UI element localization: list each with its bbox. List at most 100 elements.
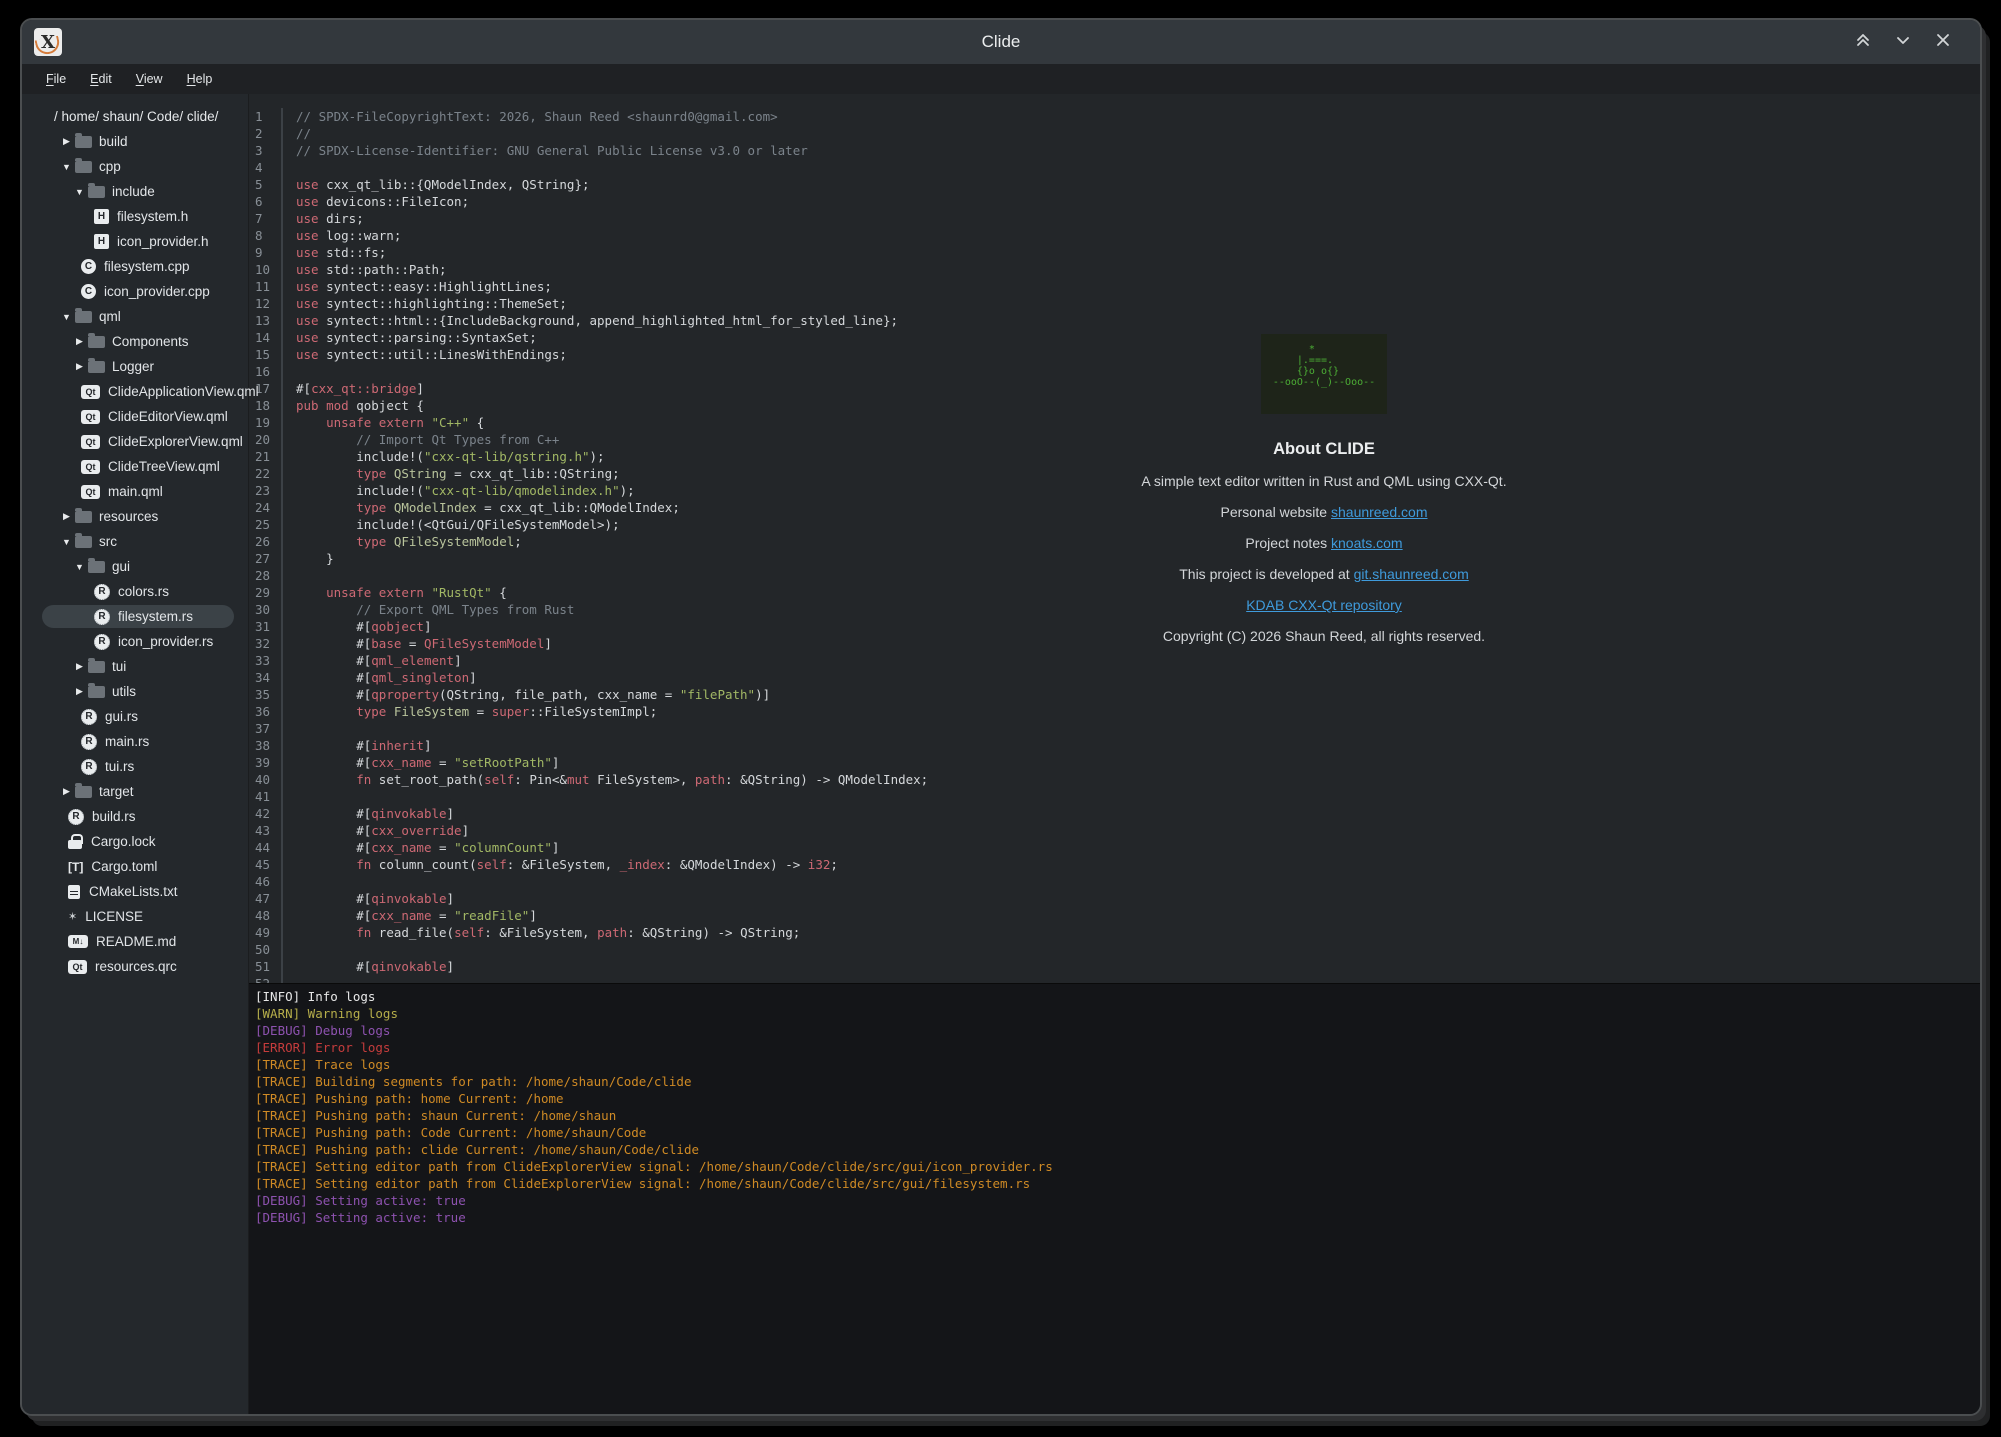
chevron-down-icon[interactable]: ▼ bbox=[73, 562, 86, 572]
minimize-button[interactable] bbox=[1892, 31, 1914, 53]
menu-item-file[interactable]: File bbox=[42, 70, 70, 88]
chevron-down-icon[interactable]: ▼ bbox=[60, 537, 73, 547]
code-line[interactable]: 11use syntect::easy::HighlightLines; bbox=[249, 278, 1980, 295]
chevron-down-icon[interactable]: ▼ bbox=[60, 312, 73, 322]
code-line[interactable]: 49 fn read_file(self: &FileSystem, path:… bbox=[249, 924, 1980, 941]
chevron-right-icon[interactable]: ▶ bbox=[60, 786, 73, 797]
editor-pane[interactable]: 1// SPDX-FileCopyrightText: 2026, Shaun … bbox=[249, 94, 1980, 983]
link-shaunreed-com[interactable]: shaunreed.com bbox=[1331, 504, 1428, 520]
code-line[interactable]: 52 bbox=[249, 975, 1980, 983]
tree-item-resources[interactable]: ▶resources bbox=[22, 504, 248, 529]
link-git-shaunreed-com[interactable]: git.shaunreed.com bbox=[1354, 566, 1469, 582]
tree-item-logger[interactable]: ▶Logger bbox=[22, 354, 248, 379]
tree-item-clideapplicationview-qml[interactable]: QtClideApplicationView.qml bbox=[22, 379, 248, 404]
code-line[interactable]: 3// SPDX-License-Identifier: GNU General… bbox=[249, 142, 1980, 159]
tree-item-tui-rs[interactable]: Rtui.rs bbox=[22, 754, 248, 779]
tree-item-build[interactable]: ▶build bbox=[22, 129, 248, 154]
chevron-right-icon[interactable]: ▶ bbox=[73, 686, 86, 697]
chevron-right-icon[interactable]: ▶ bbox=[73, 336, 86, 347]
menu-item-view[interactable]: View bbox=[132, 70, 167, 88]
tree-item-gui-rs[interactable]: Rgui.rs bbox=[22, 704, 248, 729]
tree-item-cargo-toml[interactable]: [T]Cargo.toml bbox=[22, 854, 248, 879]
link-knoats-com[interactable]: knoats.com bbox=[1331, 535, 1403, 551]
code-line[interactable]: 8use log::warn; bbox=[249, 227, 1980, 244]
code-line[interactable]: 51 #[qinvokable] bbox=[249, 958, 1980, 975]
code-line[interactable]: 37 bbox=[249, 720, 1980, 737]
code-line[interactable]: 45 fn column_count(self: &FileSystem, _i… bbox=[249, 856, 1980, 873]
tree-item-icon-provider-cpp[interactable]: Cicon_provider.cpp bbox=[22, 279, 248, 304]
tree-item-cpp[interactable]: ▼cpp bbox=[22, 154, 248, 179]
tree-item-filesystem-h[interactable]: Hfilesystem.h bbox=[22, 204, 248, 229]
code-line[interactable]: 50 bbox=[249, 941, 1980, 958]
code-line[interactable]: 6use devicons::FileIcon; bbox=[249, 193, 1980, 210]
tree-item-components[interactable]: ▶Components bbox=[22, 329, 248, 354]
tree-item-license[interactable]: ✶LICENSE bbox=[22, 904, 248, 929]
tree-item-icon-provider-rs[interactable]: Ricon_provider.rs bbox=[22, 629, 248, 654]
code-line[interactable]: 48 #[cxx_name = "readFile"] bbox=[249, 907, 1980, 924]
code-line[interactable]: 43 #[cxx_override] bbox=[249, 822, 1980, 839]
code-line[interactable]: 42 #[qinvokable] bbox=[249, 805, 1980, 822]
code-line[interactable]: 33 #[qml_element] bbox=[249, 652, 1980, 669]
code-line[interactable]: 2// bbox=[249, 125, 1980, 142]
chevron-down-icon[interactable]: ▼ bbox=[60, 162, 73, 172]
code-line[interactable]: 47 #[qinvokable] bbox=[249, 890, 1980, 907]
code-line[interactable]: 44 #[cxx_name = "columnCount"] bbox=[249, 839, 1980, 856]
chevron-right-icon[interactable]: ▶ bbox=[73, 661, 86, 672]
tree-item-clideexplorerview-qml[interactable]: QtClideExplorerView.qml bbox=[22, 429, 248, 454]
tree-item-gui[interactable]: ▼gui bbox=[22, 554, 248, 579]
tree-item-icon-provider-h[interactable]: Hicon_provider.h bbox=[22, 229, 248, 254]
about-text: A simple text editor written in Rust and… bbox=[1141, 473, 1506, 489]
code-line[interactable]: 46 bbox=[249, 873, 1980, 890]
code-line[interactable]: 4 bbox=[249, 159, 1980, 176]
title-bar[interactable]: X Clide bbox=[22, 20, 1980, 64]
code-line[interactable]: 12use syntect::highlighting::ThemeSet; bbox=[249, 295, 1980, 312]
line-number: 5 bbox=[249, 176, 283, 193]
tree-item-cmakelists-txt[interactable]: CMakeLists.txt bbox=[22, 879, 248, 904]
line-number: 12 bbox=[249, 295, 283, 312]
code-line[interactable]: 10use std::path::Path; bbox=[249, 261, 1980, 278]
tree-item-tui[interactable]: ▶tui bbox=[22, 654, 248, 679]
menu-item-help[interactable]: Help bbox=[183, 70, 217, 88]
close-button[interactable] bbox=[1932, 31, 1954, 53]
line-number: 7 bbox=[249, 210, 283, 227]
code-line[interactable]: 1// SPDX-FileCopyrightText: 2026, Shaun … bbox=[249, 108, 1980, 125]
code-text: #[qinvokable] bbox=[283, 890, 454, 907]
code-line[interactable]: 40 fn set_root_path(self: Pin<&mut FileS… bbox=[249, 771, 1980, 788]
tree-item-src[interactable]: ▼src bbox=[22, 529, 248, 554]
tree-item-filesystem-rs[interactable]: Rfilesystem.rs bbox=[22, 604, 248, 629]
chevron-right-icon[interactable]: ▶ bbox=[60, 136, 73, 147]
code-text: #[qml_singleton] bbox=[283, 669, 477, 686]
menu-item-edit[interactable]: Edit bbox=[86, 70, 116, 88]
tree-item-include[interactable]: ▼include bbox=[22, 179, 248, 204]
tree-item-qml[interactable]: ▼qml bbox=[22, 304, 248, 329]
tree-item-readme-md[interactable]: M↓README.md bbox=[22, 929, 248, 954]
tree-item-main-qml[interactable]: Qtmain.qml bbox=[22, 479, 248, 504]
code-line[interactable]: 41 bbox=[249, 788, 1980, 805]
tree-item-build-rs[interactable]: Rbuild.rs bbox=[22, 804, 248, 829]
tree-item-clidetreeview-qml[interactable]: QtClideTreeView.qml bbox=[22, 454, 248, 479]
rollup-button[interactable] bbox=[1852, 31, 1874, 53]
chevron-right-icon[interactable]: ▶ bbox=[73, 361, 86, 372]
log-console[interactable]: [INFO] Info logs[WARN] Warning logs[DEBU… bbox=[249, 983, 1980, 1414]
tree-item-resources-qrc[interactable]: Qtresources.qrc bbox=[22, 954, 248, 979]
tree-item-cargo-lock[interactable]: Cargo.lock bbox=[22, 829, 248, 854]
tree-item-main-rs[interactable]: Rmain.rs bbox=[22, 729, 248, 754]
tree-item-clideeditorview-qml[interactable]: QtClideEditorView.qml bbox=[22, 404, 248, 429]
tree-item-colors-rs[interactable]: Rcolors.rs bbox=[22, 579, 248, 604]
code-line[interactable]: 38 #[inherit] bbox=[249, 737, 1980, 754]
file-explorer-sidebar[interactable]: / home/ shaun/ Code/ clide/ ▶build▼cpp▼i… bbox=[22, 94, 249, 1414]
code-line[interactable]: 13use syntect::html::{IncludeBackground,… bbox=[249, 312, 1980, 329]
code-line[interactable]: 35 #[qproperty(QString, file_path, cxx_n… bbox=[249, 686, 1980, 703]
code-line[interactable]: 7use dirs; bbox=[249, 210, 1980, 227]
code-line[interactable]: 39 #[cxx_name = "setRootPath"] bbox=[249, 754, 1980, 771]
tree-item-utils[interactable]: ▶utils bbox=[22, 679, 248, 704]
tree-item-filesystem-cpp[interactable]: Cfilesystem.cpp bbox=[22, 254, 248, 279]
code-line[interactable]: 5use cxx_qt_lib::{QModelIndex, QString}; bbox=[249, 176, 1980, 193]
chevron-right-icon[interactable]: ▶ bbox=[60, 511, 73, 522]
code-line[interactable]: 34 #[qml_singleton] bbox=[249, 669, 1980, 686]
chevron-down-icon[interactable]: ▼ bbox=[73, 187, 86, 197]
link-kdab-cxx-qt-repository[interactable]: KDAB CXX-Qt repository bbox=[1246, 597, 1402, 613]
code-line[interactable]: 36 type FileSystem = super::FileSystemIm… bbox=[249, 703, 1980, 720]
tree-item-target[interactable]: ▶target bbox=[22, 779, 248, 804]
code-line[interactable]: 9use std::fs; bbox=[249, 244, 1980, 261]
